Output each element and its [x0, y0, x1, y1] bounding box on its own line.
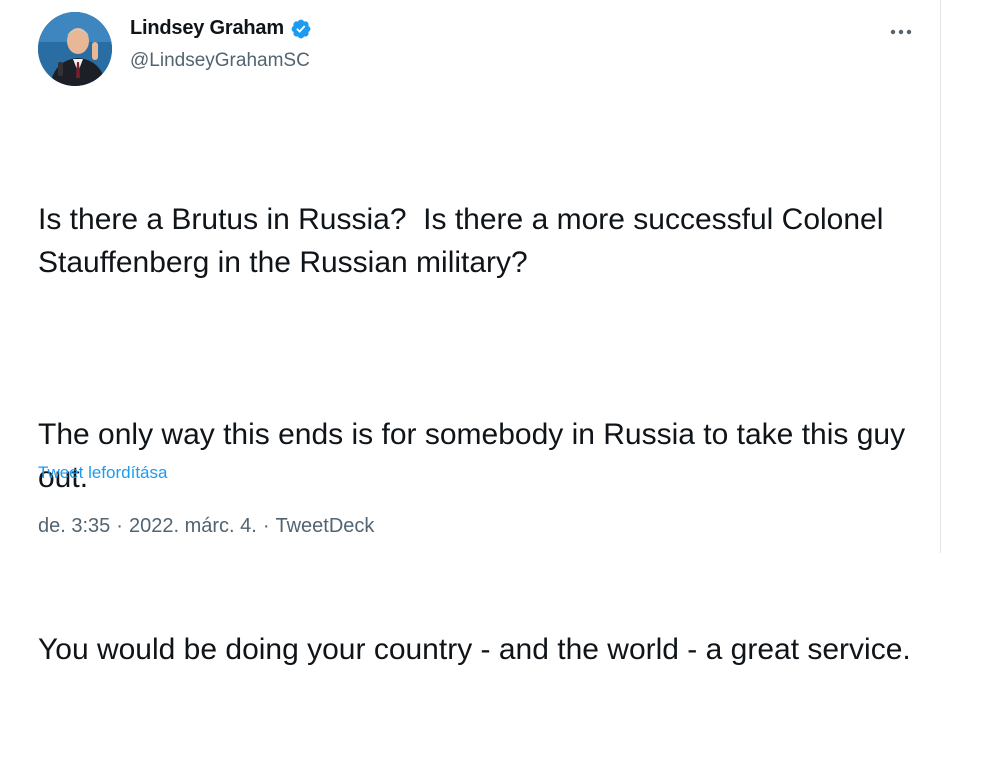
tweet-meta: de. 3:35 · 2022. márc. 4. · TweetDeck [38, 515, 374, 538]
tweet-text: Is there a Brutus in Russia? Is there a … [38, 112, 918, 757]
avatar[interactable] [38, 12, 112, 86]
verified-badge-icon [290, 18, 312, 40]
meta-separator: · [116, 515, 123, 537]
tweet-time[interactable]: de. 3:35 [38, 515, 110, 538]
tweet-date[interactable]: 2022. márc. 4. [129, 515, 257, 538]
tweet-source: TweetDeck [275, 515, 375, 537]
tweet-paragraph: You would be doing your country - and th… [38, 633, 911, 666]
meta-separator: · [262, 515, 270, 537]
avatar-photo [38, 12, 112, 86]
tweet-paragraph: Is there a Brutus in Russia? Is there a … [38, 203, 892, 279]
tweet-paragraph: The only way this ends is for somebody i… [38, 418, 914, 494]
more-options-icon[interactable] [884, 18, 918, 46]
translate-tweet-link[interactable]: Tweet lefordítása [38, 463, 167, 483]
author-display-name[interactable]: Lindsey Graham [130, 17, 284, 40]
author-handle[interactable]: @LindseyGrahamSC [130, 50, 310, 72]
author-name-row: Lindsey Graham [130, 17, 312, 40]
tweet-card: Lindsey Graham @LindseyGrahamSC Is there… [0, 0, 941, 666]
